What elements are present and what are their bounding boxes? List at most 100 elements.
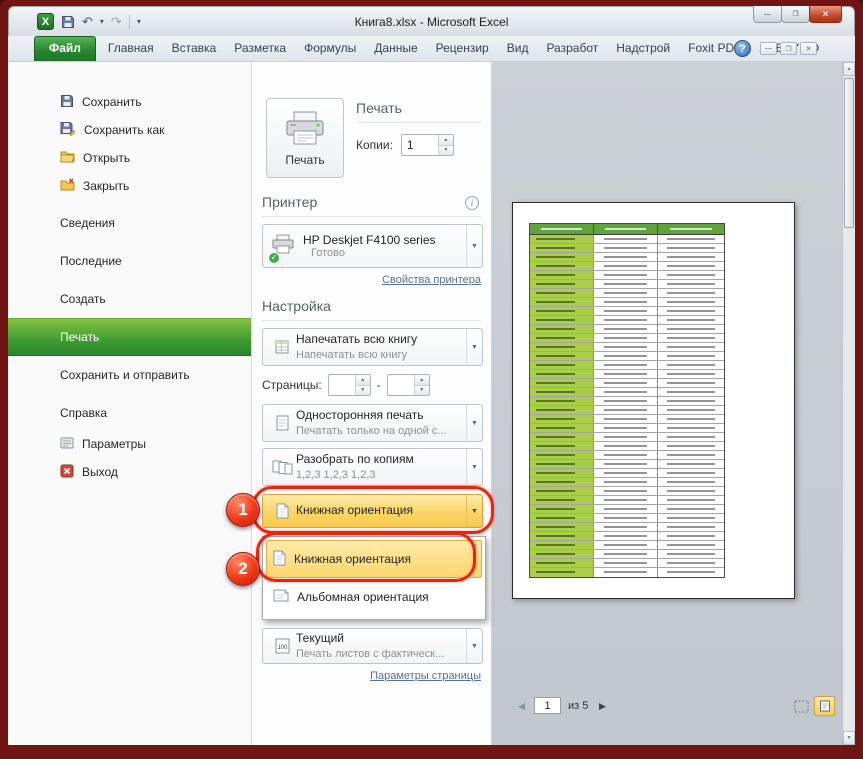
doc-minimize-icon[interactable]: — bbox=[760, 42, 777, 55]
ribbon-tab-row: Файл Главная Вставка Разметка Формулы Да… bbox=[8, 36, 855, 62]
backstage-sidebar: Сохранить Сохранить как Открыть Закрыть … bbox=[8, 62, 252, 745]
table-row bbox=[530, 361, 724, 370]
close-button[interactable]: ✕ bbox=[809, 6, 842, 23]
ribbon-tabs: Файл Главная Вставка Разметка Формулы Да… bbox=[34, 36, 828, 61]
copies-row: Копии: 1 ▲▼ bbox=[356, 134, 454, 156]
undo-dropdown-icon[interactable]: ▾ bbox=[100, 17, 104, 26]
info-icon[interactable]: i bbox=[465, 196, 479, 210]
options-icon bbox=[60, 436, 74, 453]
sidebar-item-exit[interactable]: Выход bbox=[8, 458, 251, 486]
minimize-button[interactable]: — bbox=[753, 6, 782, 23]
print-button[interactable]: Печать bbox=[266, 98, 344, 178]
sidebar-item-print[interactable]: Печать bbox=[8, 318, 251, 356]
stepper-arrows[interactable]: ▲▼ bbox=[355, 375, 370, 395]
tab-home[interactable]: Главная bbox=[99, 36, 163, 61]
table-row bbox=[530, 325, 724, 334]
print-what-dropdown[interactable]: Напечатать всю книгуНапечатать всю книгу… bbox=[262, 328, 483, 366]
page-to-value[interactable] bbox=[388, 375, 414, 395]
table-header-cell bbox=[594, 224, 658, 234]
save-icon[interactable] bbox=[61, 15, 75, 29]
show-margins-button[interactable] bbox=[794, 700, 809, 713]
table-row bbox=[530, 352, 724, 361]
duplex-dropdown[interactable]: Односторонняя печатьПечатать только на о… bbox=[262, 404, 483, 442]
table-row bbox=[530, 541, 724, 550]
scaling-dropdown[interactable]: 100 ТекущийПечать листов с фактическ... … bbox=[262, 628, 483, 664]
preview-table-header bbox=[530, 224, 724, 235]
qat-separator bbox=[129, 15, 130, 29]
current-page-input[interactable]: 1 bbox=[534, 697, 561, 714]
chevron-down-icon: ▼ bbox=[466, 405, 482, 441]
sidebar-item-label: Сохранить bbox=[82, 95, 142, 109]
sidebar-item-help[interactable]: Справка bbox=[8, 394, 251, 432]
collate-dropdown[interactable]: Разобрать по копиям1,2,3 1,2,3 1,2,3 ▼ bbox=[262, 448, 483, 486]
sidebar-item-info[interactable]: Сведения bbox=[8, 204, 251, 242]
tab-view[interactable]: Вид bbox=[498, 36, 538, 61]
dropdown-subtitle: Печать листов с фактическ... bbox=[296, 647, 466, 661]
sidebar-item-open[interactable]: Открыть bbox=[8, 144, 251, 172]
tab-formulas[interactable]: Формулы bbox=[295, 36, 365, 61]
scrollbar-down-icon[interactable]: ▼ bbox=[843, 731, 855, 745]
menu-item-label: Альбомная ориентация bbox=[297, 590, 429, 604]
next-page-button[interactable]: ▶ bbox=[599, 701, 606, 712]
table-row bbox=[530, 298, 724, 307]
copies-value[interactable]: 1 bbox=[402, 135, 438, 155]
tab-review[interactable]: Рецензир bbox=[427, 36, 498, 61]
print-settings-pane: Печать Печать Копии: 1 ▲▼ Принтер i ✓ bbox=[252, 62, 492, 745]
undo-icon[interactable]: ↶ bbox=[82, 15, 93, 28]
backstage-bottom-group: Параметры Выход bbox=[8, 430, 251, 486]
stepper-down-icon: ▼ bbox=[439, 145, 453, 156]
sidebar-item-close[interactable]: Закрыть bbox=[8, 172, 251, 200]
table-row bbox=[530, 424, 724, 433]
table-row bbox=[530, 262, 724, 271]
tab-data[interactable]: Данные bbox=[365, 36, 426, 61]
printer-status: Готово bbox=[311, 247, 466, 259]
sidebar-item-recent[interactable]: Последние bbox=[8, 242, 251, 280]
stepper-arrows[interactable]: ▲▼ bbox=[414, 375, 429, 395]
page-to-stepper[interactable]: ▲▼ bbox=[387, 374, 430, 396]
page-setup-link[interactable]: Параметры страницы bbox=[370, 670, 481, 682]
file-commands-group: Сохранить Сохранить как Открыть Закрыть bbox=[8, 88, 251, 200]
pages-label: Страницы: bbox=[262, 378, 322, 392]
range-dash: - bbox=[377, 378, 381, 392]
excel-logo-icon[interactable]: X bbox=[37, 13, 54, 30]
scrollbar-thumb[interactable] bbox=[844, 78, 854, 228]
printer-select-dropdown[interactable]: ✓ HP Deskjet F4100 series Готово ▼ bbox=[262, 224, 483, 268]
zoom-to-page-button[interactable] bbox=[814, 696, 835, 716]
tab-addins[interactable]: Надстрой bbox=[607, 36, 679, 61]
sidebar-item-save-send[interactable]: Сохранить и отправить bbox=[8, 356, 251, 394]
divider bbox=[262, 320, 481, 321]
tab-developer[interactable]: Разработ bbox=[537, 36, 607, 61]
sidebar-item-new[interactable]: Создать bbox=[8, 280, 251, 318]
redo-icon[interactable]: ↷ bbox=[111, 15, 122, 28]
table-header-cell bbox=[530, 224, 594, 234]
copies-stepper[interactable]: 1 ▲▼ bbox=[401, 134, 454, 156]
menu-item-landscape[interactable]: Альбомная ориентация bbox=[266, 578, 482, 616]
stepper-arrows[interactable]: ▲▼ bbox=[438, 135, 453, 155]
page-from-value[interactable] bbox=[329, 375, 355, 395]
exit-icon bbox=[60, 464, 74, 481]
qat-customize-icon[interactable]: ▾ bbox=[137, 17, 141, 26]
table-row bbox=[530, 505, 724, 514]
tab-insert[interactable]: Вставка bbox=[163, 36, 226, 61]
preview-scrollbar[interactable]: ▲ ▼ bbox=[842, 62, 855, 745]
doc-close-icon[interactable]: ✕ bbox=[800, 42, 817, 55]
table-row bbox=[530, 451, 724, 460]
sidebar-item-save[interactable]: Сохранить bbox=[8, 88, 251, 116]
sidebar-item-save-as[interactable]: Сохранить как bbox=[8, 116, 251, 144]
stepper-up-icon: ▲ bbox=[439, 135, 453, 145]
maximize-button[interactable]: ❐ bbox=[781, 6, 810, 23]
collate-pages-icon bbox=[268, 459, 296, 475]
title-bar: X ↶ ▾ ↷ ▾ Книга8.xlsx - Microsoft Excel … bbox=[8, 6, 855, 36]
scrollbar-up-icon[interactable]: ▲ bbox=[843, 62, 855, 76]
tab-file[interactable]: Файл bbox=[34, 36, 96, 61]
printer-properties-link[interactable]: Свойства принтера bbox=[382, 274, 481, 286]
printer-small-icon: ✓ bbox=[271, 234, 303, 259]
tab-page-layout[interactable]: Разметка bbox=[225, 36, 295, 61]
save-as-icon bbox=[60, 121, 76, 139]
help-icon[interactable]: ? bbox=[734, 40, 751, 57]
doc-restore-icon[interactable]: ❐ bbox=[780, 42, 797, 55]
sidebar-item-options[interactable]: Параметры bbox=[8, 430, 251, 458]
divider bbox=[356, 122, 481, 123]
page-from-stepper[interactable]: ▲▼ bbox=[328, 374, 371, 396]
prev-page-button[interactable]: ◀ bbox=[518, 701, 525, 712]
